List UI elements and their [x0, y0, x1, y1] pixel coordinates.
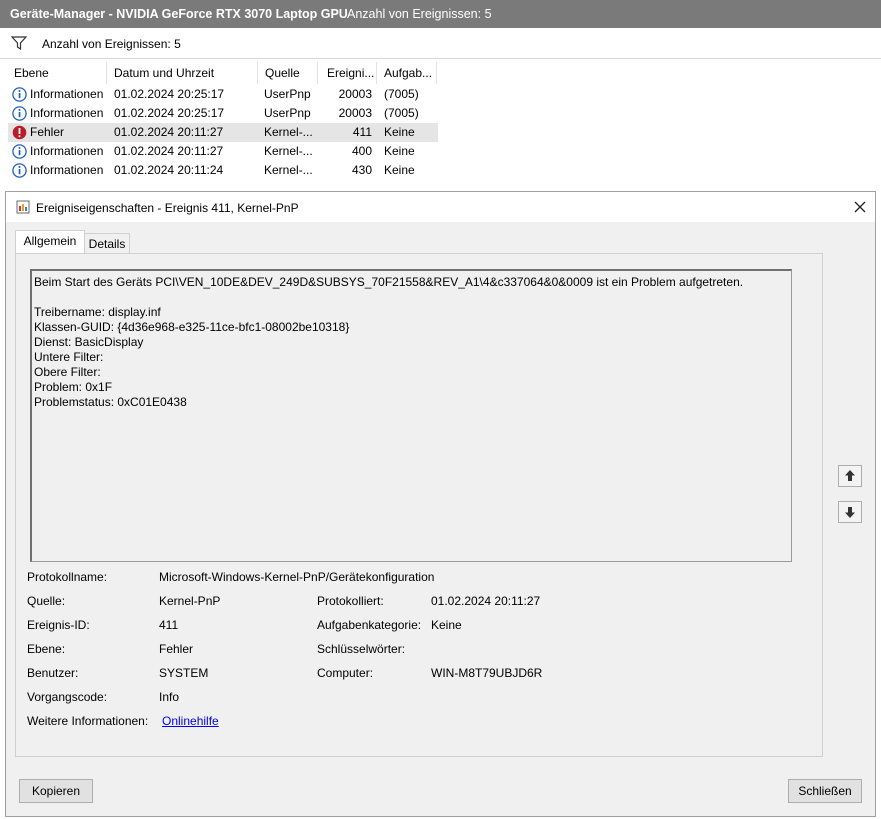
row-source: Kernel-... — [264, 125, 313, 139]
description-line: Beim Start des Geräts PCI\VEN_10DE&DEV_2… — [34, 275, 744, 289]
info-icon — [12, 106, 27, 121]
title-bar: Geräte-Manager - NVIDIA GeForce RTX 3070… — [0, 0, 881, 28]
description-line: Problemstatus: 0xC01E0438 — [34, 395, 187, 409]
event-description[interactable]: Beim Start des Geräts PCI\VEN_10DE&DEV_2… — [30, 269, 792, 562]
ebene-value: Fehler — [159, 642, 194, 656]
next-event-button[interactable] — [838, 501, 862, 523]
table-row[interactable]: Informationen 01.02.2024 20:11:24 Kernel… — [8, 161, 438, 180]
protokolliert-value: 01.02.2024 20:11:27 — [431, 594, 541, 608]
table-row[interactable]: Informationen 01.02.2024 20:11:27 Kernel… — [8, 142, 438, 161]
tab-details[interactable]: Details — [84, 233, 130, 254]
row-date: 01.02.2024 20:11:27 — [114, 125, 224, 139]
description-line: Klassen-GUID: {4d36e968-e325-11ce-bfc1-0… — [34, 320, 350, 334]
info-icon — [12, 144, 27, 159]
row-event-id: 411 — [352, 125, 372, 139]
onlinehilfe-link[interactable]: Onlinehilfe — [162, 714, 219, 728]
row-task: Keine — [384, 125, 415, 139]
row-date: 01.02.2024 20:11:27 — [114, 144, 224, 158]
column-header-date[interactable]: Datum und Uhrzeit — [108, 62, 258, 84]
row-task: Keine — [384, 144, 415, 158]
row-source: Kernel-... — [264, 144, 313, 158]
close-icon[interactable] — [850, 197, 870, 217]
description-line: Untere Filter: — [34, 350, 104, 364]
row-date: 01.02.2024 20:25:17 — [114, 106, 225, 120]
event-properties-icon — [16, 200, 30, 214]
computer-label: Computer: — [317, 666, 374, 680]
vorgangscode-label: Vorgangscode: — [27, 690, 108, 704]
event-list: Ebene Datum und Uhrzeit Quelle Ereigni..… — [0, 60, 881, 190]
row-level: Fehler — [30, 125, 65, 139]
filter-count-text: Anzahl von Ereignissen: 5 — [42, 37, 181, 51]
dialog-title: Ereigniseigenschaften - Ereignis 411, Ke… — [36, 201, 299, 215]
description-line: Obere Filter: — [34, 365, 101, 379]
info-icon — [12, 87, 27, 102]
description-line: Dienst: BasicDisplay — [34, 335, 144, 349]
ereignis-id-value: 411 — [159, 618, 179, 632]
row-task: (7005) — [384, 87, 419, 101]
weitere-informationen-label: Weitere Informationen: — [27, 714, 149, 728]
table-row[interactable]: Informationen 01.02.2024 20:25:17 UserPn… — [8, 104, 438, 123]
benutzer-label: Benutzer: — [27, 666, 79, 680]
arrow-up-icon — [845, 470, 855, 481]
row-source: UserPnp — [264, 87, 311, 101]
row-date: 01.02.2024 20:25:17 — [114, 87, 225, 101]
info-icon — [12, 163, 27, 178]
row-event-id: 400 — [351, 144, 372, 158]
event-count-title: Anzahl von Ereignissen: 5 — [347, 7, 492, 21]
row-source: Kernel-... — [264, 163, 313, 177]
aufgabenkategorie-value: Keine — [431, 618, 462, 632]
ereignis-id-label: Ereignis-ID: — [27, 618, 90, 632]
row-level: Informationen — [30, 87, 104, 101]
table-row-selected[interactable]: Fehler 01.02.2024 20:11:27 Kernel-... 41… — [8, 123, 438, 142]
vorgangscode-value: Info — [159, 690, 180, 704]
dialog-title-bar: Ereigniseigenschaften - Ereignis 411, Ke… — [6, 192, 875, 222]
column-header-task[interactable]: Aufgab... — [378, 62, 437, 84]
row-level: Informationen — [30, 144, 104, 158]
row-task: Keine — [384, 163, 415, 177]
filter-icon[interactable] — [11, 36, 27, 50]
tab-allgemein[interactable]: Allgemein — [15, 230, 85, 254]
window-title: Geräte-Manager - NVIDIA GeForce RTX 3070… — [10, 7, 348, 21]
arrow-down-icon — [845, 507, 855, 518]
row-task: (7005) — [384, 106, 419, 120]
computer-value: WIN-M8T79UBJD6R — [431, 666, 543, 680]
table-row[interactable]: Informationen 01.02.2024 20:25:17 UserPn… — [8, 85, 438, 104]
row-event-id: 430 — [351, 163, 372, 177]
column-header-level[interactable]: Ebene — [8, 62, 107, 84]
ebene-label: Ebene: — [27, 642, 66, 656]
schluesselwoerter-label: Schlüsselwörter: — [317, 642, 406, 656]
protokollname-value: Microsoft-Windows-Kernel-PnP/Gerätekonfi… — [159, 570, 435, 584]
row-date: 01.02.2024 20:11:24 — [114, 163, 224, 177]
row-level: Informationen — [30, 163, 104, 177]
error-icon — [12, 125, 27, 140]
row-event-id: 20003 — [338, 87, 372, 101]
row-level: Informationen — [30, 106, 104, 120]
tab-panel-general: Beim Start des Geräts PCI\VEN_10DE&DEV_2… — [15, 253, 823, 757]
column-header-event-id[interactable]: Ereigni... — [319, 62, 377, 84]
row-source: UserPnp — [264, 106, 311, 120]
close-button[interactable]: Schließen — [788, 779, 862, 803]
protokollname-label: Protokollname: — [27, 570, 108, 584]
quelle-value: Kernel-PnP — [159, 594, 221, 608]
aufgabenkategorie-label: Aufgabenkategorie: — [317, 618, 422, 632]
filter-bar: Anzahl von Ereignissen: 5 — [0, 28, 881, 59]
description-line: Problem: 0x1F — [34, 380, 113, 394]
event-properties-dialog: Ereigniseigenschaften - Ereignis 411, Ke… — [5, 191, 876, 817]
column-header-source[interactable]: Quelle — [259, 62, 318, 84]
previous-event-button[interactable] — [838, 465, 862, 487]
description-line: Treibername: display.inf — [34, 305, 161, 319]
protokolliert-label: Protokolliert: — [317, 594, 384, 608]
copy-button[interactable]: Kopieren — [19, 779, 93, 803]
row-event-id: 20003 — [338, 106, 372, 120]
benutzer-value: SYSTEM — [159, 666, 209, 680]
quelle-label: Quelle: — [27, 594, 66, 608]
